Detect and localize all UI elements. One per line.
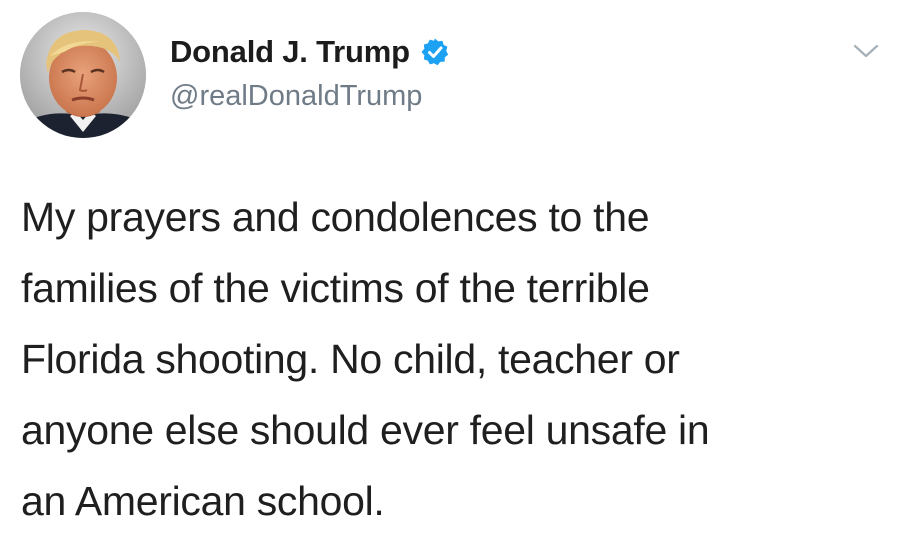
tweet-text-line: an American school. — [21, 478, 385, 524]
author-display-name[interactable]: Donald J. Trump — [170, 34, 410, 70]
author-handle[interactable]: @realDonaldTrump — [170, 80, 422, 113]
tweet-text-line: anyone else should ever feel unsafe in — [21, 407, 710, 453]
tweet-text-line: families of the victims of the terrible — [21, 265, 650, 311]
profile-photo — [20, 12, 146, 138]
tweet-text: My prayers and condolences to the famili… — [21, 182, 891, 537]
verified-badge-icon — [420, 37, 450, 67]
profile-avatar[interactable] — [20, 12, 146, 138]
tweet-text-line: My prayers and condolences to the — [21, 194, 650, 240]
tweet-card: Donald J. Trump @realDonaldTrump My pray… — [0, 0, 900, 548]
author-name-row: Donald J. Trump — [170, 34, 450, 70]
chevron-down-icon[interactable] — [852, 40, 880, 62]
tweet-text-line: Florida shooting. No child, teacher or — [21, 336, 680, 382]
